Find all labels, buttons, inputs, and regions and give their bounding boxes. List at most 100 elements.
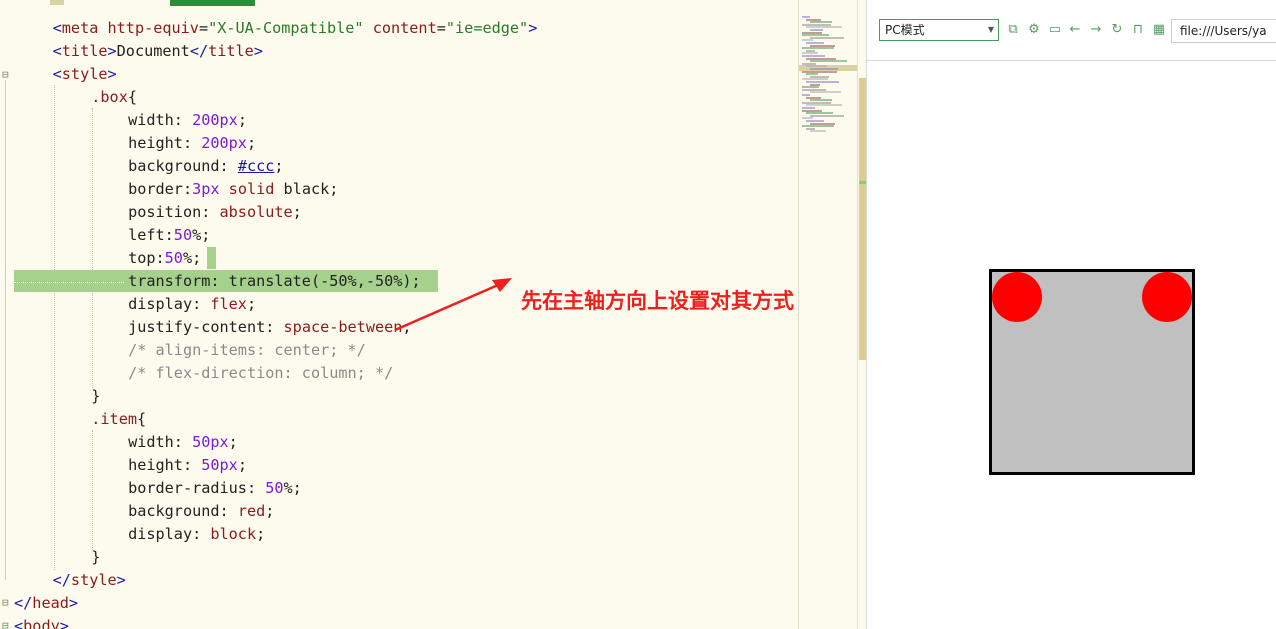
code-line[interactable]: background: red; [128,500,274,523]
code-token: width: [128,111,193,129]
refresh-icon[interactable]: ↻ [1109,22,1125,38]
code-line[interactable]: width: 200px; [128,109,247,132]
minimap-row [810,91,841,94]
code-token: title [61,42,108,60]
forward-arrow-icon[interactable]: → [1088,22,1104,38]
demo-box [989,269,1195,475]
indent-guide [92,108,93,388]
code-line[interactable]: <meta http-equiv="X-UA-Compatible" conte… [53,17,538,40]
code-line[interactable]: width: 50px; [128,431,238,454]
tab-remnant[interactable] [50,0,64,5]
minimap[interactable] [798,0,857,629]
code-line[interactable]: top:50%; [128,247,201,270]
code-line[interactable]: display: flex; [128,293,256,316]
fold-marker-icon[interactable]: ⊟ [2,597,9,608]
code-token: .item [91,410,137,428]
code-line[interactable]: background: #ccc; [128,155,283,178]
code-token: ; [256,525,266,543]
open-external-icon[interactable]: ⧉ [1005,22,1021,38]
code-token: justify-content: [128,318,284,336]
code-token: space-between [283,318,403,336]
code-token: } [91,548,101,566]
code-line[interactable]: <style> [53,63,117,86]
code-token: .box [91,88,128,106]
code-token: /* flex-direction: column; */ [128,364,394,382]
code-token: absolute [219,203,293,221]
code-token: http-equiv [107,19,199,37]
code-line[interactable]: </head> [14,592,78,615]
code-token: solid [219,180,275,198]
minimap-row [810,36,844,39]
code-token: meta [61,19,99,37]
code-token: } [91,387,101,405]
code-line[interactable]: } [91,385,100,408]
code-token: 50px [201,456,238,474]
minimap-row [810,114,844,117]
code-token: %; [182,249,202,267]
qr-code-icon[interactable]: ▦ [1151,22,1167,38]
mode-select[interactable]: PC模式 ▼ [879,19,999,41]
scrollbar-thumb[interactable] [859,78,866,360]
back-arrow-icon[interactable]: ← [1067,22,1083,38]
code-token: ; [246,295,257,313]
code-line[interactable]: <title>Document</title> [53,40,263,63]
code-token: ; [228,433,238,451]
preview-toolbar: PC模式 ▼ ⧉ ⚙ ▭ ← → ↻ ⊓ ▦ file:///Users/ya [867,0,1276,61]
vertical-scrollbar[interactable] [857,0,866,629]
code-token: position: [128,203,220,221]
code-line[interactable]: /* align-items: center; */ [128,339,366,362]
fold-marker-icon[interactable]: ⊟ [2,620,9,629]
terminal-icon[interactable]: ▭ [1047,22,1063,38]
demo-item-circle [1142,272,1192,322]
code-token: top: [128,249,165,267]
code-editor[interactable]: ⊟ ⊟ ⊟ <meta http-equiv="X-UA-Compatible"… [0,0,866,629]
code-line[interactable]: </style> [53,569,126,592]
code-line[interactable]: height: 200px; [128,132,256,155]
code-token: 50px [192,433,229,451]
code-line[interactable]: height: 50px; [128,454,247,477]
code-line[interactable]: border-radius: 50%; [128,477,302,500]
code-token: > [528,19,538,37]
code-token: title [208,42,254,60]
code-token: </ [189,42,209,60]
code-token: > [107,42,117,60]
code-token: background: [128,502,238,520]
whitespace-dots [14,282,124,283]
code-token: %; [283,479,302,497]
code-line[interactable]: /* flex-direction: column; */ [128,362,393,385]
code-token: > [59,617,69,629]
browser-preview[interactable]: PC模式 ▼ ⧉ ⚙ ▭ ← → ↻ ⊓ ▦ file:///Users/ya [866,0,1276,629]
settings-gear-icon[interactable]: ⚙ [1026,22,1042,38]
code-line[interactable]: transform: translate(-50%,-50%); [128,270,421,293]
demo-item-circle [992,272,1042,322]
code-line[interactable]: left:50%; [128,224,210,247]
code-token: = [436,19,446,37]
code-line[interactable]: position: absolute; [128,201,302,224]
code-line[interactable]: .box{ [91,86,137,109]
lock-icon[interactable]: ⊓ [1130,22,1146,38]
code-token: content [372,19,437,37]
code-token: body [23,617,60,629]
scrollbar-marker [859,181,866,184]
fold-marker-icon[interactable]: ⊟ [2,69,9,80]
code-line[interactable]: <body> [14,615,69,629]
code-token: black; [274,180,339,198]
active-tab-remnant[interactable] [170,0,255,6]
code-token: border-radius: [128,479,266,497]
code-token: ; [402,318,412,336]
code-line[interactable]: border:3px solid black; [128,178,338,201]
indent-guide [92,430,93,550]
code-token: ; [274,157,284,175]
code-line[interactable]: .item{ [91,408,146,431]
code-token: width: [128,433,193,451]
code-token: { [127,88,137,106]
code-token: > [107,65,117,83]
code-token: ; [265,502,275,520]
code-line[interactable]: display: block; [128,523,265,546]
code-line[interactable]: justify-content: space-between; [128,316,411,339]
code-line[interactable]: } [91,546,100,569]
url-field[interactable]: file:///Users/ya [1171,19,1276,43]
fold-guide [5,80,6,580]
code-token: 200px [192,111,238,129]
